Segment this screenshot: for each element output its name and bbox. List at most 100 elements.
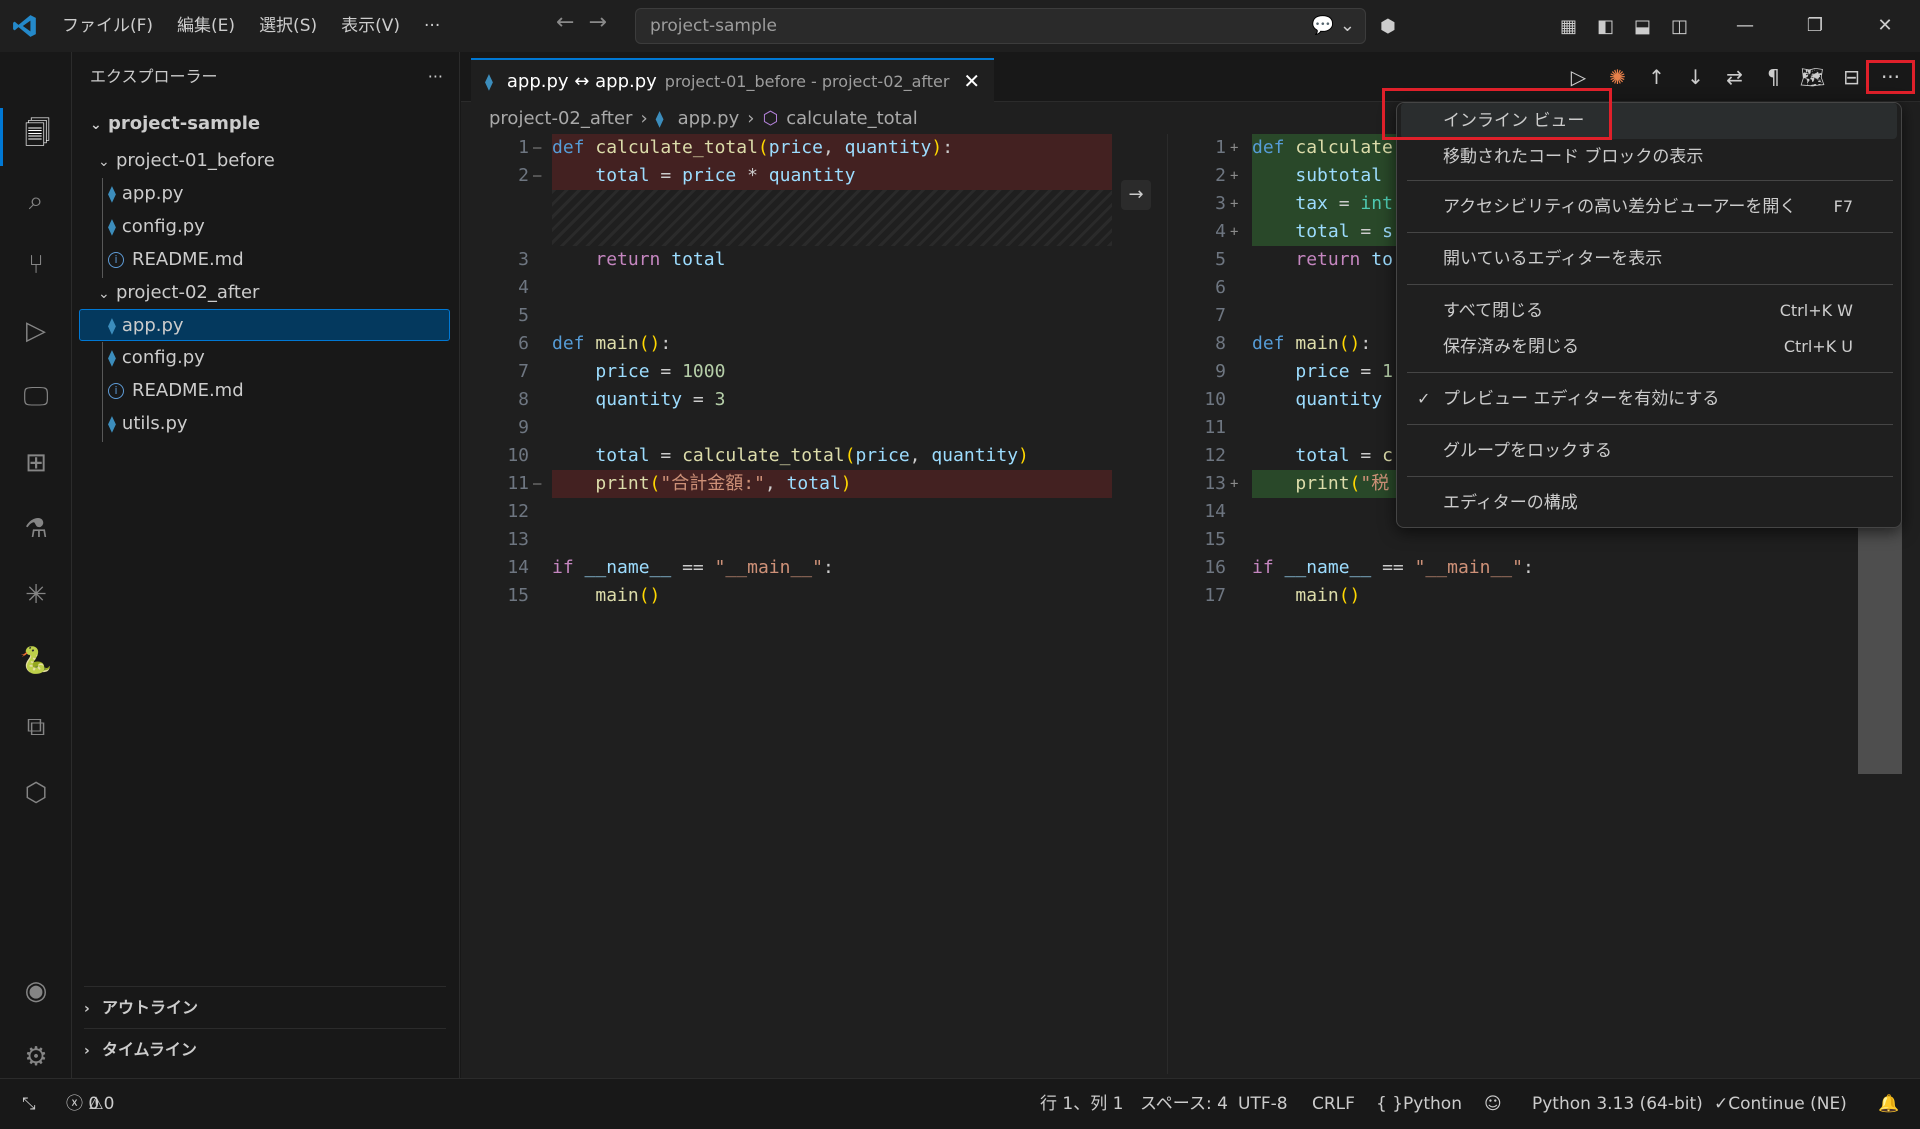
activity-bar: 🗐 ⌕ ⑂ ▷ 🖵 ⊞ ⚗ ✳ 🐍 ⧉ ⬡ ◉ ⚙ [0,52,72,1078]
source-control-icon[interactable]: ⑂ [0,236,72,294]
toggle-panel-icon[interactable]: ⬓ [1634,16,1651,37]
file-label: utils.py [121,413,188,434]
remote-explorer-icon[interactable]: 🖵 [0,368,72,426]
whitespace-icon[interactable]: ¶ [1754,65,1793,89]
menu-item-label: エディターの構成 [1443,493,1578,513]
menu-item-accessible-diff-viewer[interactable]: アクセシビリティの高い差分ビューアーを開く F7 [1401,189,1897,225]
menu-view[interactable]: 表示(V) [329,0,412,52]
breadcrumb-symbol[interactable]: calculate_total [786,108,918,129]
explorer-title-label: エクスプローラー [90,67,218,86]
menu-item-show-open-editors[interactable]: 開いているエディターを表示 [1401,241,1897,277]
swap-sides-icon[interactable]: ⇄ [1715,65,1754,89]
python-icon[interactable]: 🐍 [0,632,72,690]
added-marker: + [1230,140,1239,156]
close-icon[interactable]: ✕ [963,69,980,93]
tree-file[interactable]: i README.md [108,244,244,276]
copilot-status-icon[interactable]: ☺ [1484,1079,1502,1129]
run-icon[interactable]: ▷ [1559,65,1598,89]
tree-folder-project-02[interactable]: ⌄ project-02_after [98,277,259,309]
hierarchy-icon[interactable]: ⧉ [0,698,72,756]
remote-indicator-icon[interactable]: ⤡ [22,1079,36,1129]
diff-original-pane[interactable]: 1 — 2 — 3 4 5 6 7 8 9 10 11 — 12 13 14 1… [461,134,1167,1054]
language-mode[interactable]: { } Python [1376,1079,1462,1129]
run-debug-icon[interactable]: ▷ [0,302,72,360]
cursor-position[interactable]: 行 1、列 1 [1040,1079,1123,1129]
explorer-more-icon[interactable]: ··· [428,52,443,102]
extensions-icon[interactable]: ⊞ [0,434,72,492]
toggle-secondary-sidebar-icon[interactable]: ◫ [1671,16,1688,37]
breadcrumb-file[interactable]: app.py [678,108,740,129]
tree-file-selected[interactable]: ⧫ app.py [79,309,450,341]
next-change-icon[interactable]: ↓ [1676,65,1715,89]
minimize-icon[interactable]: — [1710,0,1780,52]
indentation[interactable]: スペース: 4 [1140,1079,1228,1129]
explorer-icon[interactable]: 🗐 [0,108,72,166]
encoding[interactable]: UTF-8 [1238,1079,1288,1129]
menu-file[interactable]: ファイル(F) [50,0,165,52]
account-icon[interactable]: ◉ [0,962,72,1020]
tree-file[interactable]: ⧫ config.py [108,342,205,374]
copilot-chat-icon[interactable]: 💬 ⌄ [1312,9,1355,43]
line-number: 13 [507,529,529,550]
menu-item-enable-preview-editors[interactable]: ✓ プレビュー エディターを有効にする [1401,381,1897,417]
line-number: 14 [507,557,529,578]
split-editor-icon[interactable]: ⊟ [1832,65,1871,89]
testing-icon[interactable]: ⚗ [0,500,72,558]
notifications-bell-icon[interactable]: 🔔 [1878,1079,1899,1129]
line-number: 10 [507,445,529,466]
search-icon[interactable]: ⌕ [0,172,72,230]
menu-separator [1407,476,1893,477]
claude-icon[interactable]: ✳ [0,566,72,624]
menu-separator [1407,180,1893,181]
tab-diff-app-py[interactable]: ⧫ app.py ↔ app.py project-01_before - pr… [471,58,995,102]
tree-folder-project-01[interactable]: ⌄ project-01_before [98,145,275,177]
tree-file[interactable]: ⧫ utils.py [108,408,188,440]
line-number: 8 [1215,333,1226,354]
toggle-sidebar-icon[interactable]: ◧ [1597,16,1614,37]
indent-guide [102,342,103,442]
end-of-line[interactable]: CRLF [1312,1079,1355,1129]
menu-item-show-moved-code[interactable]: 移動されたコード ブロックの表示 [1401,139,1897,175]
claude-spark-icon[interactable]: ✺ [1598,65,1637,89]
tree-file[interactable]: ⧫ app.py [108,178,184,210]
more-actions-icon[interactable]: ··· [1866,60,1915,94]
tree-root-folder[interactable]: ⌄ project-sample [90,108,260,140]
code-line: total = calculate_total(price, quantity) [595,445,1029,466]
forward-arrow-icon[interactable]: → [588,10,606,35]
line-number: 4 [518,277,529,298]
previous-change-icon[interactable]: ↑ [1637,65,1676,89]
continue-status[interactable]: ✓ Continue (NE) [1714,1079,1847,1129]
tree-file[interactable]: ⧫ config.py [108,211,205,243]
restore-icon[interactable]: ❐ [1780,0,1850,52]
menu-item-close-saved[interactable]: 保存済みを閉じる Ctrl+K U [1401,329,1897,365]
checkmark-icon: ✓ [1417,389,1431,408]
tree-file[interactable]: i README.md [108,375,244,407]
minimap-icon[interactable]: 🗺 [1793,65,1832,89]
line-number: 15 [1204,529,1226,550]
python-interpreter[interactable]: Python 3.13 (64-bit) [1532,1079,1703,1129]
menu-item-lock-group[interactable]: グループをロックする [1401,433,1897,469]
chevron-down-icon: ⌄ [98,286,110,302]
back-arrow-icon[interactable]: ← [556,10,574,35]
breadcrumb-folder[interactable]: project-02_after [489,108,632,129]
menu-more[interactable]: ··· [412,0,452,52]
timeline-section[interactable]: › タイムライン [84,1030,197,1070]
outline-section[interactable]: › アウトライン [84,988,198,1028]
command-center[interactable]: project-sample 💬 ⌄ [635,8,1366,44]
menu-item-label: 開いているエディターを表示 [1443,249,1663,269]
menu-item-configure-editors[interactable]: エディターの構成 [1401,485,1897,521]
chevron-right-icon: › [84,1001,90,1017]
revert-arrow-icon[interactable]: → [1121,180,1151,210]
chevron-right-icon: › [640,108,648,129]
info-icon: i [108,252,124,268]
file-label: app.py [121,183,184,204]
copilot-icon[interactable]: ⬢ [1380,16,1396,37]
openai-icon[interactable]: ⬡ [0,764,72,822]
menu-item-close-all[interactable]: すべて閉じる Ctrl+K W [1401,293,1897,329]
menu-edit[interactable]: 編集(E) [165,0,247,52]
menu-selection[interactable]: 選択(S) [247,0,329,52]
customize-layout-icon[interactable]: ▦ [1560,16,1577,37]
close-window-icon[interactable]: ✕ [1850,0,1920,52]
code-line: price = 1000 [595,361,726,382]
problems-indicator[interactable]: ⓧ 0 ⚠ 0 [66,1079,114,1129]
